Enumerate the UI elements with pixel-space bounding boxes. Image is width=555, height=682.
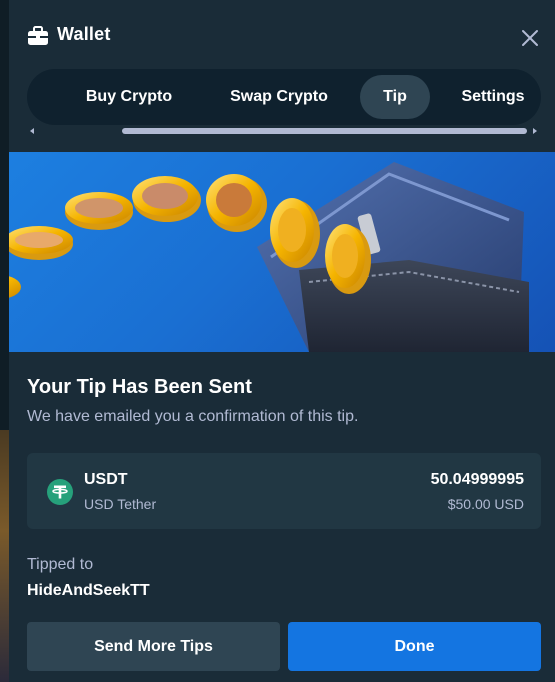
scroll-left-arrow-icon[interactable] bbox=[30, 128, 34, 134]
tab-swap-crypto[interactable]: Swap Crypto bbox=[205, 75, 353, 119]
currency-name: USD Tether bbox=[84, 496, 157, 512]
wallet-tabs: Buy Crypto Swap Crypto Tip Settings bbox=[27, 69, 541, 125]
close-icon[interactable] bbox=[516, 24, 544, 52]
tipped-to-label: Tipped to bbox=[27, 556, 94, 573]
tether-icon bbox=[47, 479, 73, 505]
send-more-tips-button[interactable]: Send More Tips bbox=[27, 622, 280, 671]
wallet-icon bbox=[28, 26, 48, 45]
done-button[interactable]: Done bbox=[288, 622, 541, 671]
confirmation-heading: Your Tip Has Been Sent bbox=[27, 376, 252, 398]
currency-summary-card: USDT USD Tether 50.04999995 $50.00 USD bbox=[27, 453, 541, 529]
confirmation-subtext: We have emailed you a confirmation of th… bbox=[27, 408, 359, 425]
modal-title: Wallet bbox=[57, 24, 111, 44]
usd-value: $50.00 USD bbox=[447, 496, 524, 512]
tab-buy-crypto[interactable]: Buy Crypto bbox=[61, 75, 197, 119]
hero-banner bbox=[9, 152, 555, 352]
wallet-modal: Wallet Buy Crypto Swap Crypto Tip Settin… bbox=[9, 0, 555, 682]
tab-settings[interactable]: Settings bbox=[443, 75, 541, 119]
currency-code: USDT bbox=[84, 471, 128, 488]
tab-tip[interactable]: Tip bbox=[360, 75, 430, 119]
tabs-scrollbar[interactable] bbox=[27, 127, 541, 135]
coins-wallet-illustration bbox=[9, 162, 529, 352]
modal-header: Wallet bbox=[9, 0, 555, 70]
recipient-username: HideAndSeekTT bbox=[27, 582, 150, 599]
scroll-thumb[interactable] bbox=[122, 128, 527, 134]
crypto-amount: 50.04999995 bbox=[430, 471, 524, 488]
scroll-right-arrow-icon[interactable] bbox=[533, 128, 537, 134]
